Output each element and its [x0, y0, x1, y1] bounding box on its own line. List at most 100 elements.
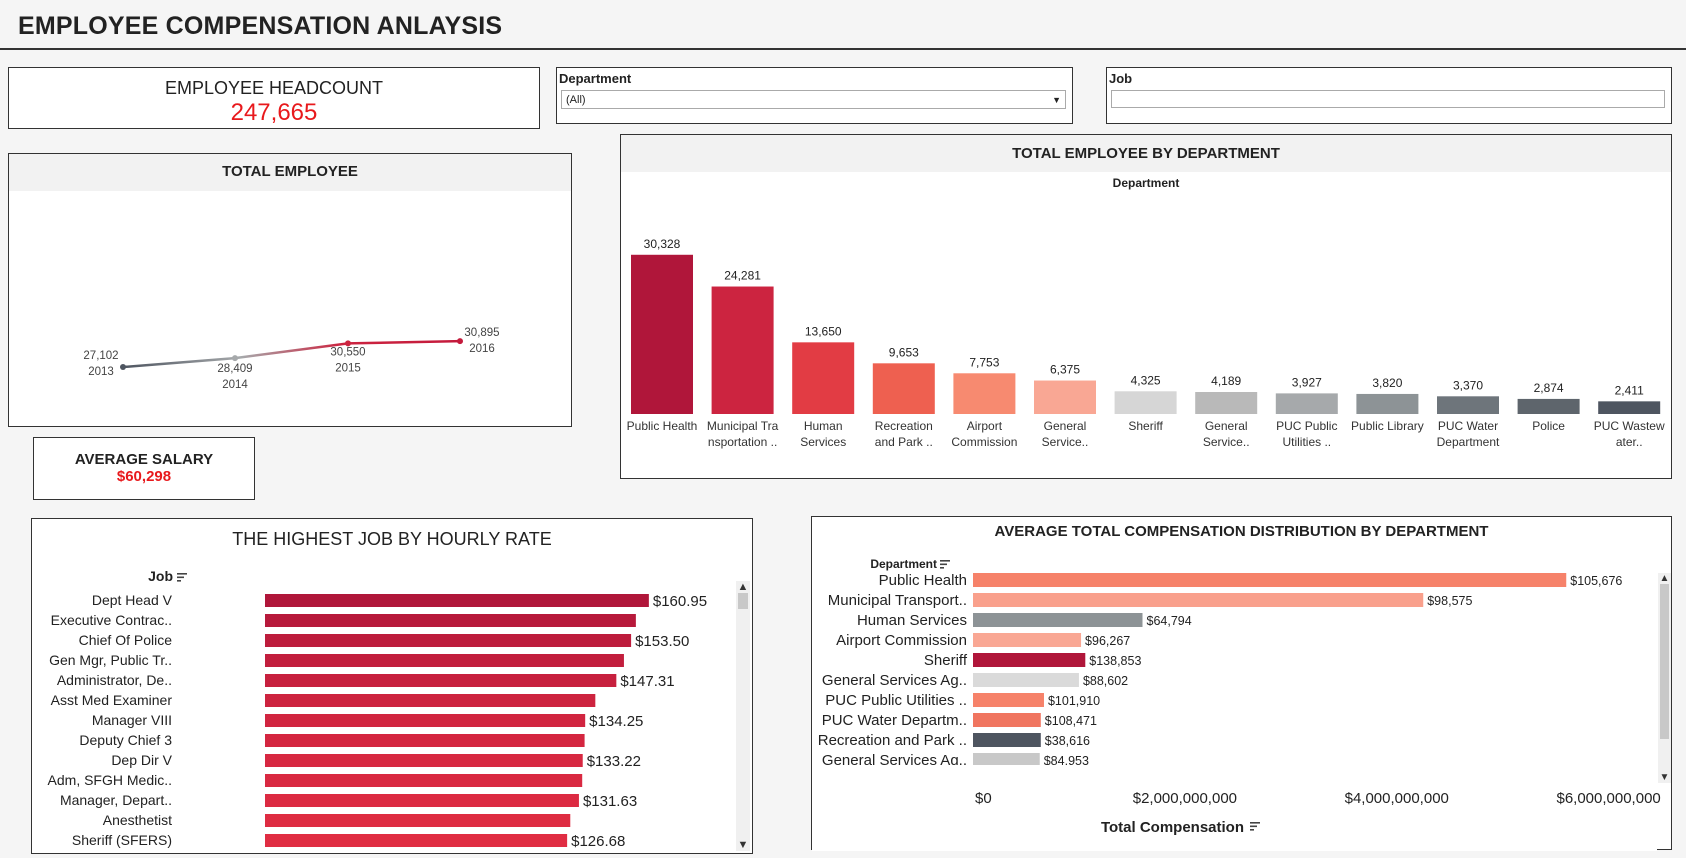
job-bar[interactable]: [265, 694, 596, 707]
x-tick-label: $0: [975, 790, 992, 807]
department-bar[interactable]: [792, 342, 855, 414]
hourly-rate-chart: Job Dept Head V $160.95 Executive Contrac..…: [32, 561, 732, 851]
job-label[interactable]: Manager, Depart..: [60, 792, 172, 808]
department-bar[interactable]: [1437, 396, 1499, 414]
department-bar-value: 4,325: [1131, 373, 1161, 387]
department-bar-value: 24,281: [724, 269, 761, 283]
department-axis-label: Sheriff: [1128, 419, 1163, 433]
job-bar-value: $131.63: [583, 793, 637, 810]
department-bar[interactable]: [1598, 401, 1661, 414]
chevron-down-icon[interactable]: ▼: [1658, 772, 1671, 783]
scrollbar-thumb[interactable]: [738, 593, 748, 609]
compensation-bar[interactable]: [973, 653, 1086, 667]
job-bar[interactable]: [265, 674, 617, 687]
chevron-down-icon[interactable]: ▼: [736, 839, 750, 851]
department-label[interactable]: General Services Ag..: [822, 672, 967, 689]
department-bar[interactable]: [1275, 393, 1338, 414]
department-label[interactable]: Sheriff: [924, 652, 968, 669]
job-input[interactable]: [1111, 90, 1665, 108]
job-bar[interactable]: [265, 774, 583, 787]
department-bar[interactable]: [631, 254, 693, 414]
department-bar-value: 3,927: [1292, 375, 1322, 389]
department-bar[interactable]: [711, 286, 774, 414]
job-label[interactable]: Deputy Chief 3: [79, 732, 172, 748]
compensation-bar-value: $98,575: [1427, 594, 1472, 608]
department-bar-value: 4,189: [1211, 374, 1241, 388]
job-bar[interactable]: [265, 734, 585, 747]
department-bar[interactable]: [1114, 391, 1177, 414]
department-label[interactable]: Human Services: [857, 612, 967, 629]
job-label[interactable]: Dept Head V: [92, 592, 173, 608]
compensation-bar-value: $38,616: [1045, 734, 1090, 748]
department-header: Department: [870, 557, 937, 571]
job-label[interactable]: Manager VIII: [92, 712, 172, 728]
department-bar[interactable]: [1034, 380, 1096, 414]
total-employee-title: TOTAL EMPLOYEE: [222, 163, 358, 180]
job-bar[interactable]: [265, 654, 624, 667]
job-label[interactable]: Executive Contrac..: [51, 612, 172, 628]
job-label[interactable]: Anesthetist: [103, 812, 172, 828]
line-point[interactable]: [120, 364, 126, 371]
department-label[interactable]: PUC Water Departm..: [822, 712, 967, 729]
department-bar-value: 3,370: [1453, 378, 1483, 392]
hourly-rate-panel: THE HIGHEST JOB BY HOURLY RATE Job Dept H…: [31, 518, 753, 854]
job-bar[interactable]: [265, 814, 571, 827]
department-bar-value: 13,650: [805, 324, 842, 338]
department-bar[interactable]: [1195, 392, 1258, 414]
compensation-bar-value: $96,267: [1085, 634, 1130, 648]
department-bar[interactable]: [1356, 393, 1419, 414]
line-point[interactable]: [457, 338, 463, 345]
compensation-bar[interactable]: [973, 753, 1040, 767]
compensation-bar-value: $64,794: [1147, 614, 1192, 628]
job-label[interactable]: Gen Mgr, Public Tr..: [49, 652, 172, 668]
job-label[interactable]: Chief Of Police: [79, 632, 173, 648]
compensation-bar[interactable]: [973, 693, 1044, 707]
department-label[interactable]: PUC Public Utilities ..: [825, 692, 967, 709]
chevron-up-icon[interactable]: ▲: [1658, 573, 1671, 584]
department-label[interactable]: Airport Commission: [836, 632, 967, 649]
department-bar[interactable]: [953, 373, 1016, 414]
total-employee-panel: TOTAL EMPLOYEE 27,102 2013 28,409 2014 30,55…: [8, 153, 572, 427]
compensation-bar[interactable]: [973, 733, 1041, 747]
job-bar-value: $147.31: [620, 673, 674, 690]
compensation-bar[interactable]: [973, 713, 1041, 727]
compensation-bar[interactable]: [973, 613, 1143, 627]
headcount-card: EMPLOYEE HEADCOUNT 247,665: [8, 67, 540, 129]
scrollbar-thumb[interactable]: [1660, 584, 1669, 739]
line-point[interactable]: [232, 355, 238, 362]
department-axis-label: Public Health: [627, 419, 698, 433]
job-label[interactable]: Dep Dir V: [111, 752, 172, 768]
job-label[interactable]: Sheriff (SFERS): [72, 832, 172, 848]
job-bar[interactable]: [265, 594, 649, 607]
chevron-up-icon[interactable]: ▲: [736, 581, 750, 593]
department-bar[interactable]: [1517, 398, 1580, 414]
job-bar[interactable]: [265, 794, 579, 807]
compensation-bar[interactable]: [973, 633, 1082, 647]
compensation-bar[interactable]: [973, 573, 1567, 587]
chevron-down-icon: ▼: [1052, 95, 1061, 105]
department-label[interactable]: Recreation and Park ..: [818, 732, 967, 749]
job-label[interactable]: Administrator, De..: [57, 672, 172, 688]
department-bar[interactable]: [872, 363, 935, 414]
job-bar[interactable]: [265, 634, 632, 647]
hourly-scrollbar[interactable]: ▲ ▼: [736, 581, 750, 851]
job-label[interactable]: Adm, SFGH Medic..: [48, 772, 172, 788]
compensation-bar[interactable]: [973, 593, 1424, 607]
job-bar[interactable]: [265, 834, 568, 847]
department-bar-value: 6,375: [1050, 363, 1080, 377]
department-label[interactable]: Public Health: [879, 572, 967, 589]
department-bar-value: 3,820: [1372, 376, 1402, 390]
line-value-label: 27,102: [83, 350, 118, 362]
job-bar[interactable]: [265, 714, 586, 727]
compensation-scrollbar[interactable]: ▲ ▼: [1658, 573, 1671, 783]
job-bar[interactable]: [265, 614, 636, 627]
job-label[interactable]: Asst Med Examiner: [51, 692, 173, 708]
compensation-bar-value: $138,853: [1089, 654, 1141, 668]
compensation-bar[interactable]: [973, 673, 1079, 687]
department-label[interactable]: Municipal Transport..: [828, 592, 967, 609]
job-bar[interactable]: [265, 754, 583, 767]
department-filter-label: Department: [559, 71, 632, 86]
department-select[interactable]: (All) ▼: [561, 90, 1066, 109]
compensation-title: AVERAGE TOTAL COMPENSATION DISTRIBUTION …: [994, 523, 1489, 540]
department-filter: Department (All) ▼: [556, 67, 1073, 124]
